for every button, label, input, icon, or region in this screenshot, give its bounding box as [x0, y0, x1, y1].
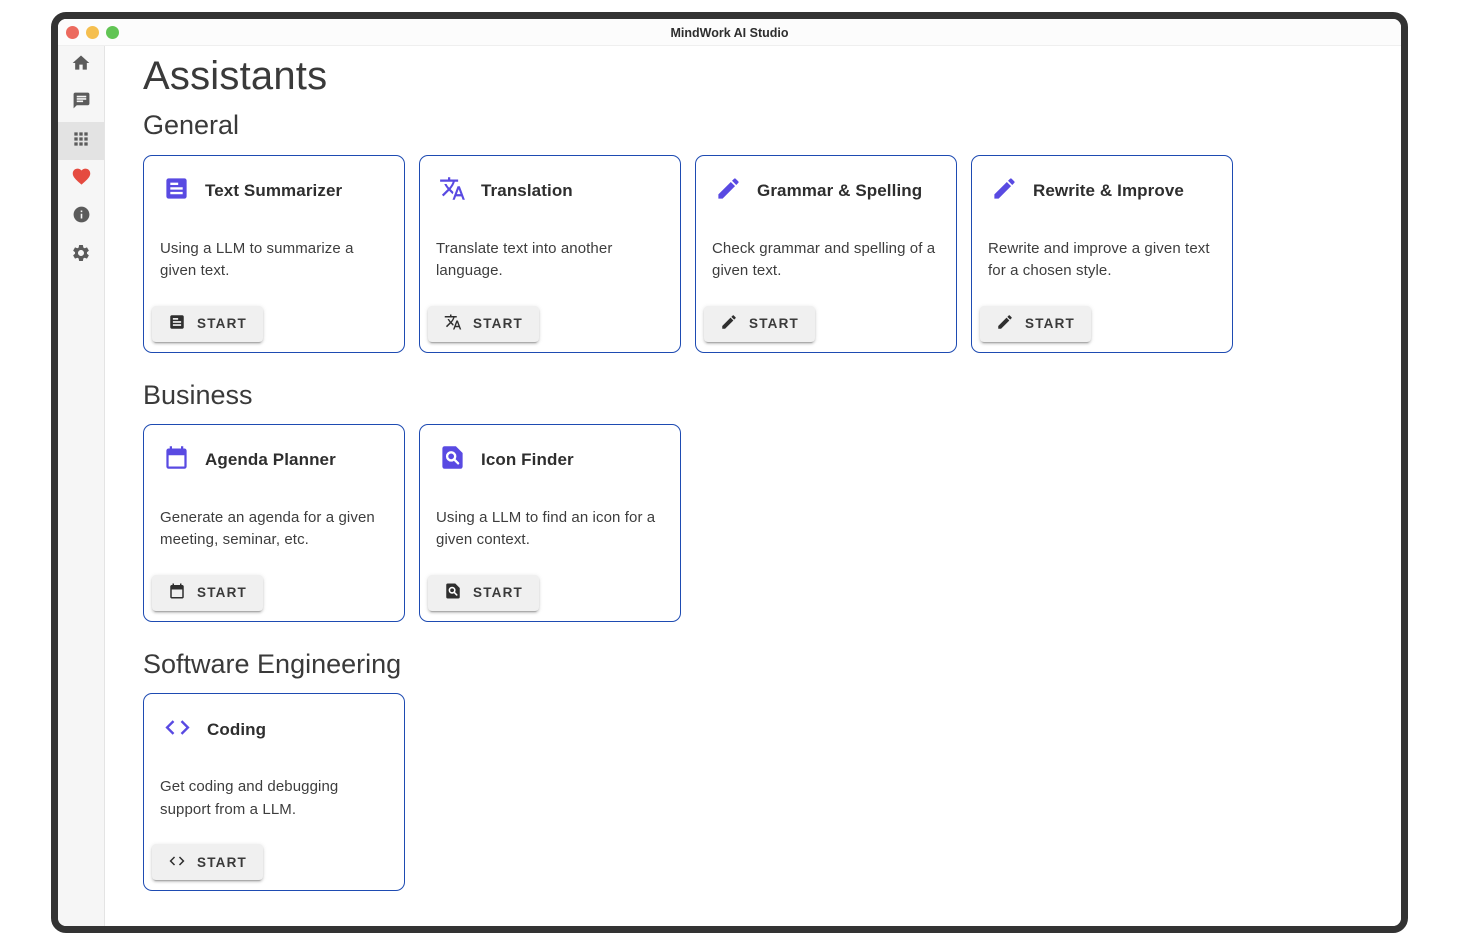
screenshot-canvas: MindWork AI Studio: [0, 0, 1457, 949]
card-rewrite-improve: Rewrite & Improve Rewrite and improve a …: [971, 155, 1233, 353]
pencil-icon: [996, 313, 1014, 334]
card-description: Check grammar and spelling of a given te…: [712, 238, 942, 283]
calendar-icon: [168, 582, 186, 603]
start-agenda-planner-button[interactable]: START: [152, 575, 263, 611]
pencil-icon: [715, 175, 742, 207]
sidebar-nav: [58, 46, 105, 932]
gear-icon: [71, 243, 91, 268]
apps-grid-icon: [71, 129, 91, 154]
page-title: Assistants: [143, 53, 1381, 100]
card-description: Rewrite and improve a given text for a c…: [988, 238, 1218, 283]
card-description: Translate text into another language.: [436, 238, 666, 283]
start-translation-button[interactable]: START: [428, 306, 539, 342]
info-icon: [72, 205, 91, 229]
start-grammar-spelling-button[interactable]: START: [704, 306, 815, 342]
card-icon-finder: Icon Finder Using a LLM to find an icon …: [419, 424, 681, 622]
card-title: Text Summarizer: [205, 181, 342, 201]
card-title: Rewrite & Improve: [1033, 181, 1184, 201]
document-icon: [163, 175, 190, 207]
card-description: Using a LLM to summarize a given text.: [160, 238, 390, 283]
card-title: Coding: [207, 720, 266, 740]
sidebar-item-supporters[interactable]: [58, 160, 104, 198]
card-description: Generate an agenda for a given meeting, …: [160, 507, 390, 552]
code-icon: [168, 852, 186, 873]
section-heading-general: General: [143, 109, 1381, 141]
section-heading-business: Business: [143, 379, 1381, 411]
code-icon: [163, 713, 192, 747]
title-bar[interactable]: MindWork AI Studio: [58, 19, 1401, 46]
card-coding: Coding Get coding and debugging support …: [143, 693, 405, 891]
translate-icon: [444, 313, 462, 334]
sidebar-item-chats[interactable]: [58, 84, 104, 122]
start-icon-finder-button[interactable]: START: [428, 575, 539, 611]
card-title: Translation: [481, 181, 573, 201]
translate-icon: [439, 175, 466, 207]
icon-search-icon: [444, 582, 462, 603]
start-text-summarizer-button[interactable]: START: [152, 306, 263, 342]
main-content: Assistants General Text Summarizer Using…: [105, 46, 1401, 932]
card-text-summarizer: Text Summarizer Using a LLM to summarize…: [143, 155, 405, 353]
app-window: MindWork AI Studio: [51, 12, 1408, 933]
cards-row-software-engineering: Coding Get coding and debugging support …: [143, 693, 1381, 891]
pencil-icon: [991, 175, 1018, 207]
sidebar-item-about[interactable]: [58, 198, 104, 236]
card-title: Icon Finder: [481, 450, 574, 470]
cards-row-general: Text Summarizer Using a LLM to summarize…: [143, 155, 1381, 353]
icon-search-icon: [439, 444, 466, 476]
calendar-icon: [163, 444, 190, 476]
home-icon: [71, 53, 91, 78]
card-title: Agenda Planner: [205, 450, 336, 470]
sidebar-item-settings[interactable]: [58, 236, 104, 274]
cards-row-business: Agenda Planner Generate an agenda for a …: [143, 424, 1381, 622]
start-coding-button[interactable]: START: [152, 844, 263, 880]
sidebar-item-home[interactable]: [58, 46, 104, 84]
start-rewrite-improve-button[interactable]: START: [980, 306, 1091, 342]
window-title: MindWork AI Studio: [58, 19, 1401, 46]
sidebar-item-assistants[interactable]: [58, 122, 104, 160]
card-title: Grammar & Spelling: [757, 181, 922, 201]
document-icon: [168, 313, 186, 334]
section-heading-software-engineering: Software Engineering: [143, 648, 1381, 680]
card-description: Get coding and debugging support from a …: [160, 776, 390, 821]
chat-icon: [72, 91, 91, 115]
card-grammar-spelling: Grammar & Spelling Check grammar and spe…: [695, 155, 957, 353]
card-agenda-planner: Agenda Planner Generate an agenda for a …: [143, 424, 405, 622]
card-description: Using a LLM to find an icon for a given …: [436, 507, 666, 552]
pencil-icon: [720, 313, 738, 334]
heart-icon: [71, 166, 92, 192]
card-translation: Translation Translate text into another …: [419, 155, 681, 353]
